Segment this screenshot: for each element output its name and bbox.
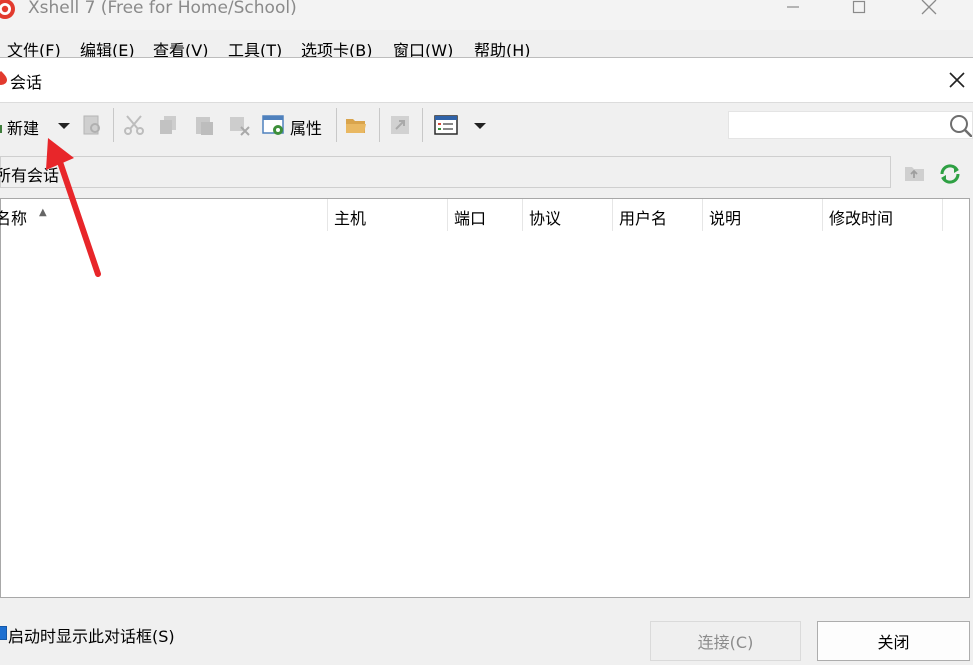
session-dialog: 会话 新建 属性 所有会话 名称 ▲ 主机 端口 协议 用户名 说明 修改时间 …: [0, 57, 973, 665]
column-header-port[interactable]: 端口: [448, 199, 523, 231]
close-button[interactable]: 关闭: [817, 621, 970, 661]
connect-button[interactable]: 连接(C): [650, 621, 801, 661]
column-header-protocol[interactable]: 协议: [523, 199, 613, 231]
refresh-icon[interactable]: [937, 161, 963, 187]
list-header: 名称 ▲ 主机 端口 协议 用户名 说明 修改时间: [0, 199, 969, 231]
paste-icon[interactable]: [192, 113, 216, 137]
column-header-modified-time[interactable]: 修改时间: [823, 199, 943, 231]
path-bar: 所有会话: [0, 156, 891, 188]
cut-icon[interactable]: [122, 113, 146, 137]
maximize-icon: [852, 0, 866, 14]
chevron-down-icon[interactable]: [470, 113, 490, 137]
delete-icon[interactable]: [227, 113, 251, 137]
window-close-button[interactable]: [906, 0, 952, 22]
annotation-arrow-icon: [46, 138, 101, 277]
toolbar-separator: [379, 108, 380, 142]
folder-up-icon[interactable]: [903, 161, 927, 185]
dialog-toolbar: 新建 属性: [0, 102, 973, 146]
properties-icon: [262, 115, 284, 135]
startup-checkbox-label[interactable]: 启动时显示此对话框(S): [8, 623, 175, 647]
toolbar-separator: [336, 108, 337, 142]
properties-button[interactable]: 属性: [290, 115, 322, 139]
dialog-footer: 启动时显示此对话框(S) 连接(C) 关闭: [0, 598, 973, 665]
export-icon[interactable]: [388, 113, 412, 137]
minimize-icon: [787, 6, 799, 8]
minimize-button[interactable]: [770, 0, 816, 22]
session-icon: [0, 71, 7, 85]
maximize-button[interactable]: [836, 0, 882, 22]
copy-icon[interactable]: [157, 113, 181, 137]
layout-icon[interactable]: [434, 113, 458, 137]
app-titlebar: Xshell 7 (Free for Home/School): [0, 0, 973, 30]
toolbar-separator: [422, 108, 423, 142]
new-session-icon: [0, 125, 2, 133]
column-header-username[interactable]: 用户名: [613, 199, 703, 231]
dialog-close-icon[interactable]: [945, 68, 969, 92]
startup-checkbox[interactable]: [0, 626, 7, 640]
app-title: Xshell 7 (Free for Home/School): [28, 0, 297, 18]
dialog-titlebar: 会话: [0, 58, 973, 102]
column-header-description[interactable]: 说明: [703, 199, 823, 231]
close-icon: [921, 0, 937, 15]
xshell-logo-icon: [0, 0, 15, 19]
dialog-title: 会话: [10, 73, 43, 92]
search-icon[interactable]: [948, 113, 972, 137]
session-list[interactable]: 名称 ▲ 主机 端口 协议 用户名 说明 修改时间: [0, 198, 970, 598]
folder-icon[interactable]: [344, 113, 368, 137]
search-input[interactable]: [728, 111, 973, 139]
toolbar-separator: [113, 108, 114, 142]
new-button[interactable]: 新建: [7, 115, 39, 139]
column-header-host[interactable]: 主机: [328, 199, 448, 231]
